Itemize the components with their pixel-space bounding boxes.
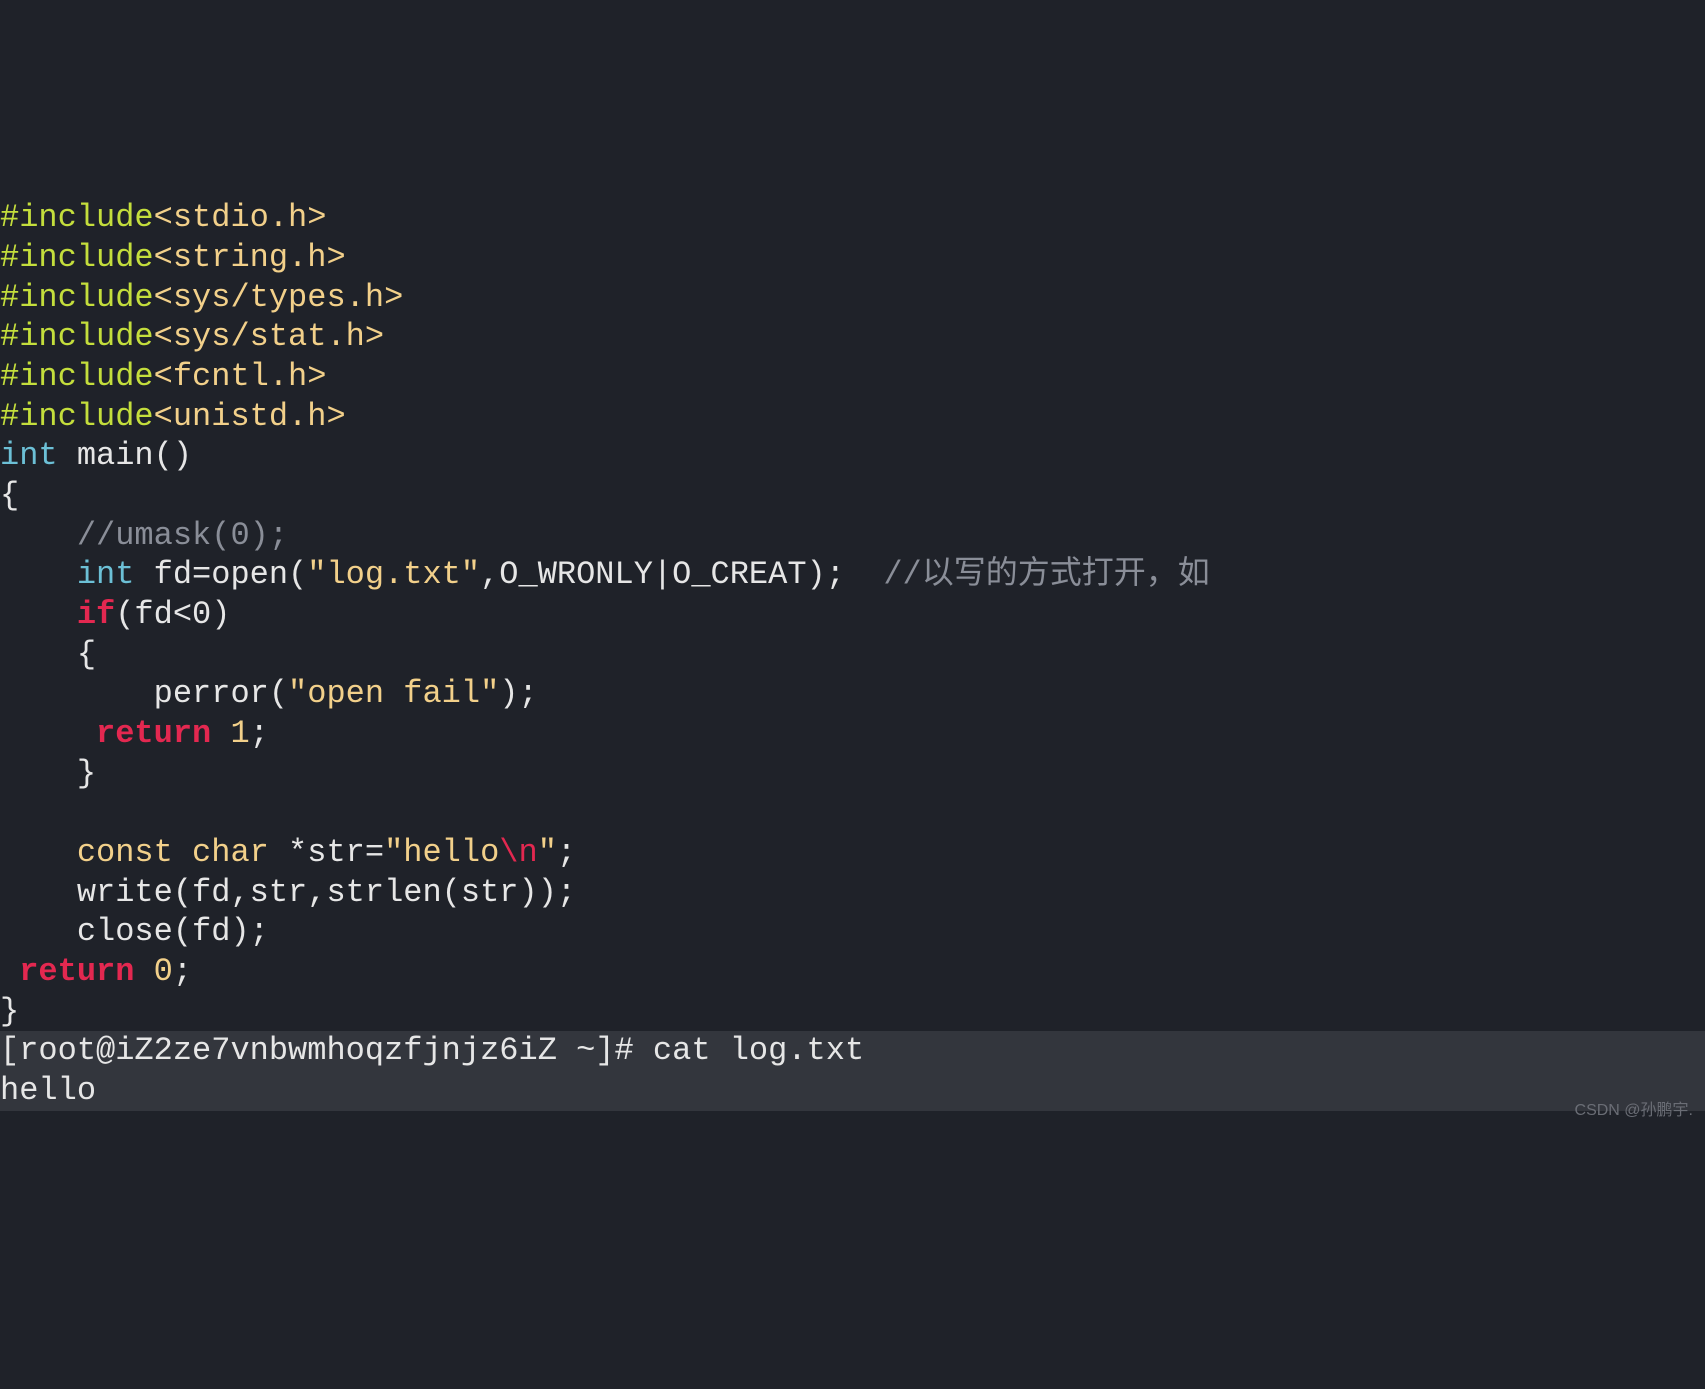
space	[211, 715, 230, 752]
number-literal: 0	[154, 953, 173, 990]
return-keyword: return	[19, 953, 134, 990]
terminal-command: cat log.txt	[653, 1032, 864, 1069]
if-keyword: if	[0, 596, 115, 633]
terminal-prompt: [root@iZ2ze7vnbwmhoqzfjnjz6iZ ~]#	[0, 1032, 653, 1069]
type-int: int	[0, 556, 134, 593]
watermark: CSDN @孙鹏宇.	[1575, 1101, 1693, 1121]
string-literal: "	[538, 834, 557, 871]
char-keyword: char	[173, 834, 269, 871]
stmt-end: );	[499, 675, 537, 712]
string-literal: "open fail"	[288, 675, 499, 712]
type-int: int	[0, 437, 58, 474]
return-keyword: return	[96, 715, 211, 752]
string-literal: "hello	[384, 834, 499, 871]
include-directive: #include	[0, 279, 154, 316]
close-call: close(fd);	[0, 913, 269, 950]
perror-call: perror(	[0, 675, 288, 712]
open-call: fd=open(	[134, 556, 307, 593]
include-header: <unistd.h>	[154, 398, 346, 435]
brace-close: }	[0, 993, 19, 1030]
include-directive: #include	[0, 398, 154, 435]
include-header: <sys/stat.h>	[154, 318, 384, 355]
indent	[0, 953, 19, 990]
commented-umask: //umask(0);	[0, 517, 288, 554]
semicolon: ;	[250, 715, 269, 752]
include-header: <stdio.h>	[154, 199, 327, 236]
brace-open: {	[0, 636, 96, 673]
str-decl: *str=	[269, 834, 384, 871]
code-editor: #include<stdio.h> #include<string.h> #in…	[0, 159, 1705, 1032]
string-literal: "log.txt"	[307, 556, 480, 593]
semicolon: ;	[173, 953, 192, 990]
const-keyword: const	[0, 834, 173, 871]
include-header: <sys/types.h>	[154, 279, 404, 316]
write-call: write(fd,str,strlen(str));	[0, 874, 576, 911]
indent	[0, 715, 96, 752]
escape-sequence: \n	[499, 834, 537, 871]
include-directive: #include	[0, 199, 154, 236]
terminal-line: hello	[0, 1072, 96, 1109]
if-condition: (fd<0)	[115, 596, 230, 633]
brace-close: }	[0, 755, 96, 792]
number-literal: 1	[230, 715, 249, 752]
brace-open: {	[0, 477, 19, 514]
include-header: <string.h>	[154, 239, 346, 276]
space	[134, 953, 153, 990]
include-header: <fcntl.h>	[154, 358, 327, 395]
include-directive: #include	[0, 318, 154, 355]
main-signature: main()	[58, 437, 192, 474]
line-comment: //以写的方式打开，如	[883, 556, 1209, 593]
open-flags: ,O_WRONLY|O_CREAT);	[480, 556, 883, 593]
terminal-output: [root@iZ2ze7vnbwmhoqzfjnjz6iZ ~]# cat lo…	[0, 1031, 1705, 1110]
include-directive: #include	[0, 358, 154, 395]
include-directive: #include	[0, 239, 154, 276]
semicolon: ;	[557, 834, 576, 871]
